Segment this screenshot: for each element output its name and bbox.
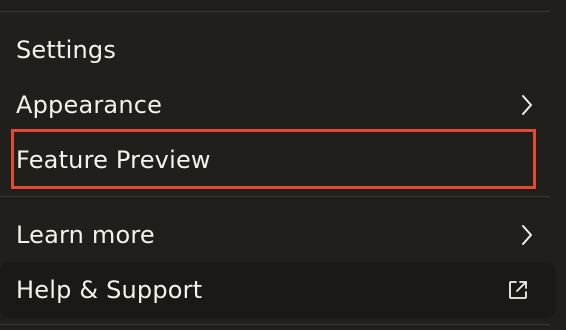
middle-divider <box>0 196 550 197</box>
menu-item-help-support-label: Help & Support <box>16 276 203 304</box>
bottom-divider <box>0 324 550 325</box>
settings-heading-label: Settings <box>16 36 117 64</box>
highlight-annotation-box <box>11 129 536 189</box>
external-link-icon <box>506 278 530 302</box>
menu-item-appearance[interactable]: Appearance <box>0 83 556 127</box>
menu-item-appearance-label: Appearance <box>16 91 163 119</box>
chevron-right-icon <box>520 95 534 115</box>
menu-item-learn-more-label: Learn more <box>16 221 155 249</box>
settings-heading: Settings <box>16 28 566 72</box>
menu-item-learn-more[interactable]: Learn more <box>0 212 556 258</box>
chevron-right-icon <box>520 225 534 245</box>
menu-item-help-support[interactable]: Help & Support <box>0 262 556 318</box>
top-divider <box>0 11 550 12</box>
